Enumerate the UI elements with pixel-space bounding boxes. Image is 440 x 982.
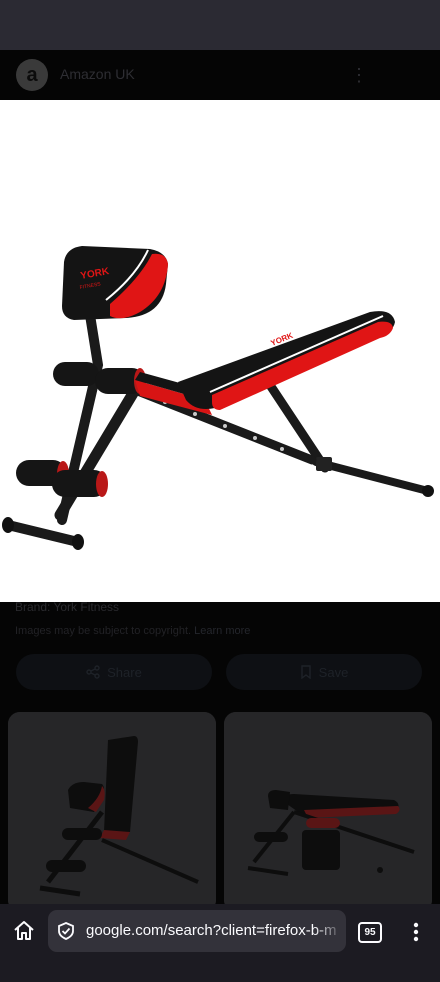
copyright-text: Images may be subject to copyright. (15, 625, 192, 637)
related-image-2[interactable] (224, 712, 432, 904)
share-label: Share (107, 664, 142, 680)
product-image[interactable]: YORK YORK FITNESS (0, 100, 440, 602)
save-button[interactable]: Save (226, 654, 422, 690)
home-icon[interactable] (10, 917, 38, 945)
status-bar (0, 0, 440, 50)
url-text[interactable]: google.com/search?client=firefox-b-m (86, 922, 344, 939)
related-image-1[interactable] (8, 712, 216, 904)
related-bench-image (8, 712, 216, 904)
weight-bench-illustration: YORK YORK FITNESS (2, 246, 434, 550)
source-logo: a (16, 59, 48, 91)
save-label: Save (318, 664, 349, 680)
more-options-icon[interactable]: ⋮ (350, 62, 368, 88)
browser-toolbar: google.com/search?client=firefox-b-m 95 (0, 904, 440, 958)
source-header[interactable]: a Amazon UK ⋮ (0, 50, 440, 100)
image-viewer: a Amazon UK ⋮ YORK YORK FITNESS Brand: Y… (0, 50, 440, 904)
source-name: Amazon UK (60, 66, 135, 82)
system-nav-bar (0, 958, 440, 982)
learn-more-link[interactable]: Learn more (194, 625, 250, 637)
brand-label: Brand: York Fitness (15, 600, 120, 614)
bookmark-icon (300, 665, 311, 679)
copyright-notice: Images may be subject to copyright. Lear… (15, 625, 250, 637)
overflow-menu-icon[interactable] (404, 918, 428, 946)
related-bench-image (224, 712, 432, 904)
share-icon (86, 665, 100, 679)
shield-icon[interactable] (56, 921, 76, 941)
tabs-counter-button[interactable]: 95 (358, 922, 382, 943)
address-bar[interactable]: google.com/search?client=firefox-b-m (48, 910, 346, 952)
share-button[interactable]: Share (16, 654, 212, 690)
